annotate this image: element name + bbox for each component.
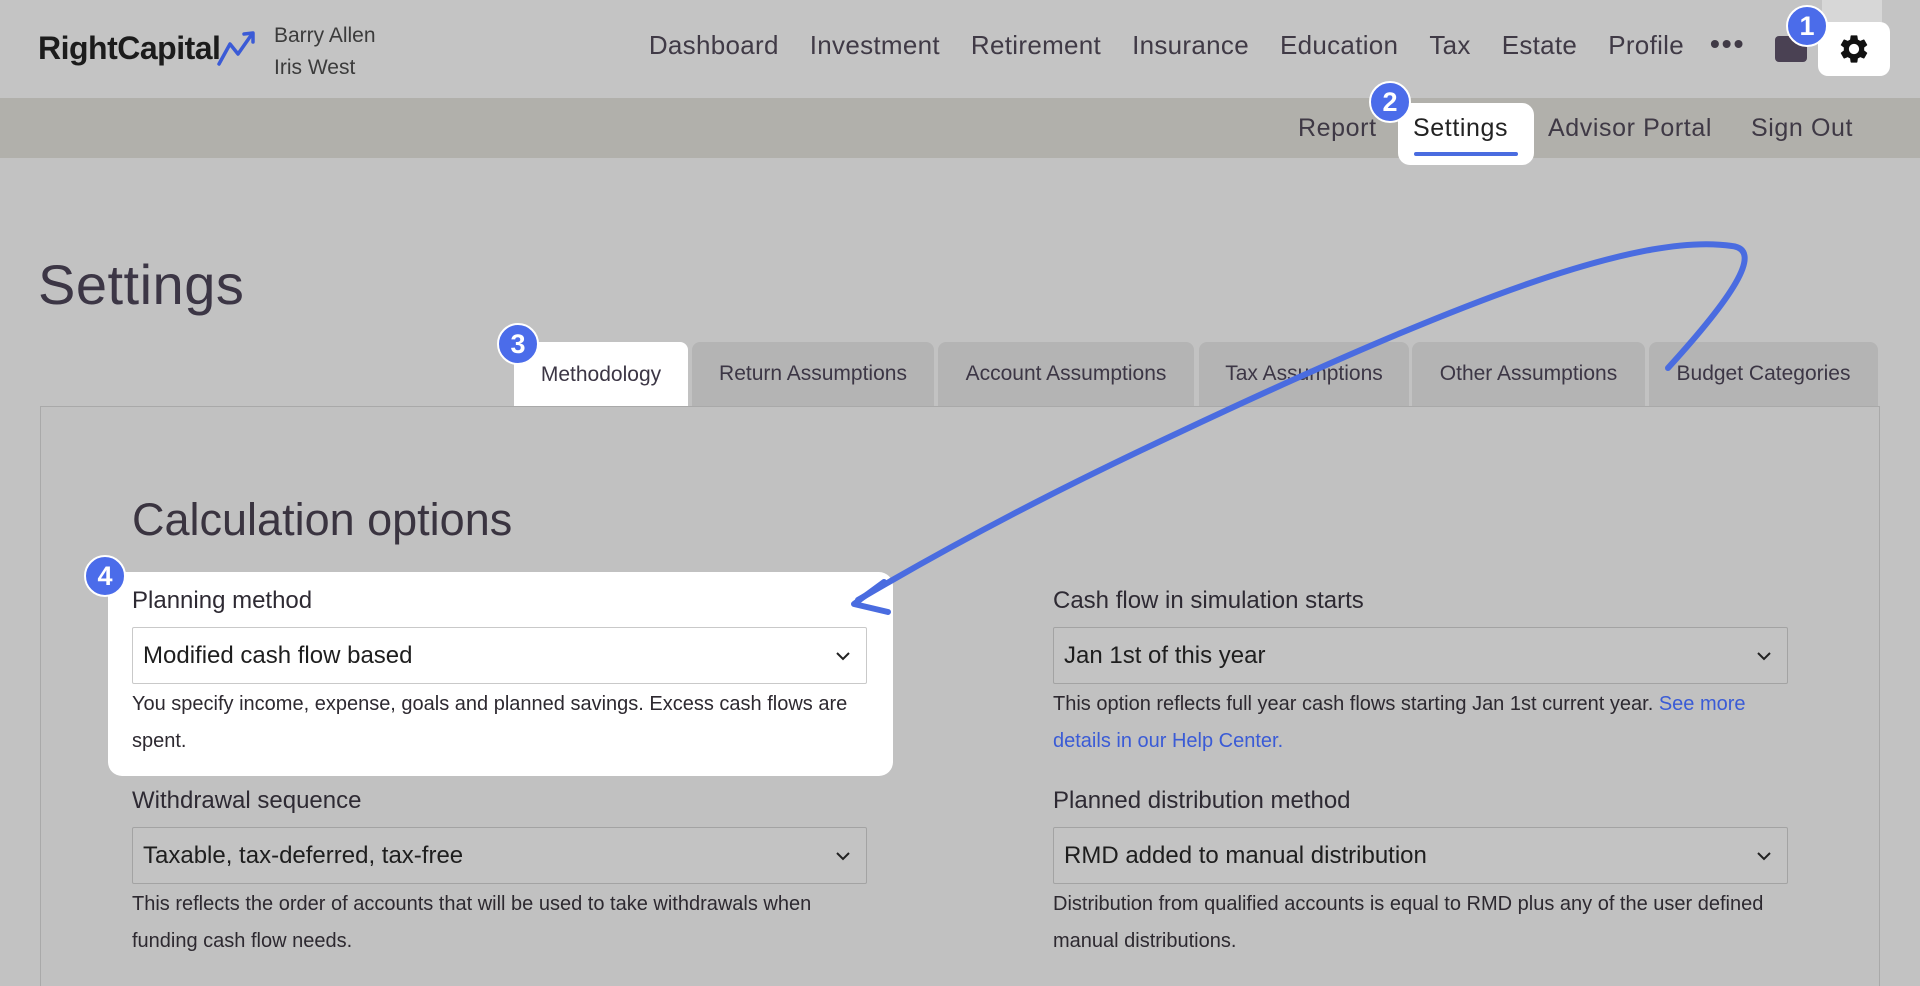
nav-retirement[interactable]: Retirement <box>971 30 1101 61</box>
nav-tax[interactable]: Tax <box>1429 30 1470 61</box>
subnav-settings[interactable]: Settings <box>1413 114 1508 143</box>
planning-method-help: You specify income, expense, goals and p… <box>132 693 848 752</box>
nav-investment[interactable]: Investment <box>810 30 940 61</box>
nav-profile[interactable]: Profile <box>1608 30 1684 61</box>
client-primary: Barry Allen <box>274 24 376 47</box>
planning-method-label: Planning method <box>132 587 313 614</box>
distribution-method-value: RMD added to manual distribution <box>1064 841 1427 869</box>
client-names[interactable]: Barry Allen Iris West <box>274 20 376 84</box>
planning-method-value: Modified cash flow based <box>143 641 413 669</box>
section-title: Calculation options <box>132 494 513 545</box>
cash-flow-start-label: Cash flow in simulation starts <box>1053 587 1364 614</box>
distribution-method-select[interactable]: RMD added to manual distribution <box>1053 827 1788 884</box>
tab-budget-categories[interactable]: Budget Categories <box>1649 342 1878 406</box>
cash-flow-start-help-text: This option reflects full year cash flow… <box>1053 693 1654 715</box>
step-badge-3: 3 <box>497 323 539 365</box>
page-title: Settings <box>38 253 245 316</box>
more-menu-icon[interactable]: ••• <box>1710 28 1745 60</box>
nav-insurance[interactable]: Insurance <box>1132 30 1249 61</box>
step-badge-2: 2 <box>1369 81 1411 123</box>
chevron-down-icon <box>1757 652 1771 661</box>
brand-logo[interactable]: RightCapital <box>38 30 221 67</box>
main-nav: Dashboard Investment Retirement Insuranc… <box>649 30 1684 61</box>
tab-other-assumptions[interactable]: Other Assumptions <box>1412 342 1645 406</box>
cash-flow-start-select[interactable]: Jan 1st of this year <box>1053 627 1788 684</box>
step-badge-4: 4 <box>84 555 126 597</box>
nav-education[interactable]: Education <box>1280 30 1398 61</box>
active-underline <box>1414 152 1518 156</box>
top-header: RightCapital Barry Allen Iris West Dashb… <box>0 0 1920 98</box>
settings-gear-button[interactable] <box>1818 22 1890 76</box>
gear-tab-backdrop <box>1822 0 1882 24</box>
distribution-method-label: Planned distribution method <box>1053 787 1351 814</box>
tab-return-assumptions[interactable]: Return Assumptions <box>692 342 934 406</box>
distribution-method-help: Distribution from qualified accounts is … <box>1053 893 1764 952</box>
subnav-sign-out[interactable]: Sign Out <box>1751 114 1853 143</box>
chevron-down-icon <box>836 652 850 661</box>
step-badge-1: 1 <box>1786 5 1828 47</box>
withdrawal-sequence-help: This reflects the order of accounts that… <box>132 893 812 952</box>
gear-icon <box>1840 35 1868 63</box>
client-secondary: Iris West <box>274 56 356 79</box>
nav-estate[interactable]: Estate <box>1502 30 1578 61</box>
chevron-down-icon <box>836 852 850 861</box>
planning-method-select[interactable]: Modified cash flow based <box>132 627 867 684</box>
cash-flow-start-value: Jan 1st of this year <box>1064 641 1266 669</box>
subnav-report[interactable]: Report <box>1298 114 1377 143</box>
tab-methodology[interactable]: Methodology <box>514 342 688 408</box>
nav-dashboard[interactable]: Dashboard <box>649 30 779 61</box>
withdrawal-sequence-label: Withdrawal sequence <box>132 787 362 814</box>
logo-arrow-icon <box>217 31 255 66</box>
withdrawal-sequence-value: Taxable, tax-deferred, tax-free <box>143 841 464 869</box>
tab-account-assumptions[interactable]: Account Assumptions <box>938 342 1194 406</box>
withdrawal-sequence-select[interactable]: Taxable, tax-deferred, tax-free <box>132 827 867 884</box>
tab-tax-assumptions[interactable]: Tax Assumptions <box>1199 342 1409 406</box>
subnav-advisor-portal[interactable]: Advisor Portal <box>1548 114 1712 143</box>
chevron-down-icon <box>1757 852 1771 861</box>
cash-flow-start-help: This option reflects full year cash flow… <box>1053 686 1803 760</box>
